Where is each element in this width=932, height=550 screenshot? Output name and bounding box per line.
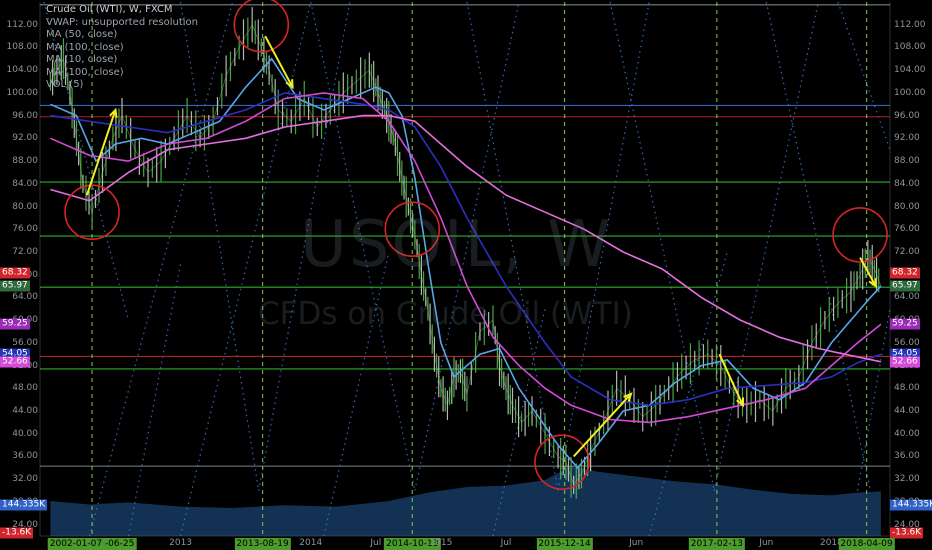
price-badge-right: 59.25 — [890, 318, 920, 330]
x-date-marker: 2018-04-09 — [838, 538, 895, 550]
legend-ma-100[interactable]: MA (100, close) — [46, 42, 198, 55]
y-tick-label: 108.00 — [6, 42, 39, 53]
y-tick-label: 92.00 — [894, 133, 920, 144]
price-badge-right: 68.32 — [890, 267, 920, 279]
diagonal-guide — [713, 1, 819, 491]
y-tick-label: 72.00 — [12, 246, 38, 257]
price-badge-left: 65.97 — [0, 280, 30, 292]
y-tick-label: 44.00 — [12, 406, 38, 417]
y-tick-label: 112.00 — [6, 19, 39, 30]
price-badge-right: 52.66 — [890, 356, 920, 368]
price-badge-left: 68.32 — [0, 267, 30, 279]
x-tick-label: 2014 — [299, 538, 323, 548]
y-tick-label: 80.00 — [12, 201, 38, 212]
x-date-marker: 2017-02-13 — [688, 538, 746, 550]
diagonal-guide — [127, 263, 182, 537]
legend-vwap[interactable]: VWAP: unsupported resolution — [46, 17, 198, 30]
y-tick-label: 64.00 — [12, 292, 38, 303]
y-tick-label: 104.00 — [6, 65, 39, 76]
x-date-marker: 2002-01-07 -06-25 — [47, 538, 137, 550]
y-tick-label: 76.00 — [894, 224, 920, 235]
volume-badge-left: -13.6K — [0, 527, 34, 539]
price-badge-left: 52.66 — [0, 356, 30, 368]
legend-ma-100-b[interactable]: MA (100, close) — [46, 67, 198, 80]
x-date-marker: 2015-12-14 — [536, 538, 593, 550]
y-tick-label: 80.00 — [894, 201, 920, 212]
x-tick-label: 2013 — [169, 538, 193, 548]
x-tick-label: Jun — [759, 538, 774, 548]
highlight-circle — [832, 207, 888, 263]
legend-volume[interactable]: VOL (5) — [46, 79, 198, 92]
price-badge-right: 65.97 — [890, 280, 920, 292]
diagonal-guide — [609, 1, 715, 491]
y-tick-label: 112.00 — [894, 19, 926, 30]
y-tick-label: 96.00 — [894, 110, 920, 121]
trend-arrow-line — [718, 353, 744, 406]
diagonal-guide — [179, 1, 312, 537]
y-tick-label: 88.00 — [12, 156, 38, 167]
legend-ma-10[interactable]: MA (10, close) — [46, 54, 198, 67]
volume-badge-left: 144.335K — [0, 499, 48, 511]
y-tick-label: 84.00 — [894, 178, 920, 189]
y-tick-label: 32.00 — [12, 474, 38, 485]
y-tick-label: 56.00 — [894, 337, 920, 348]
legend-symbol[interactable]: Crude Oil (WTI), W, FXCM — [46, 4, 198, 17]
diagonal-guide — [856, 308, 891, 491]
y-tick-label: 92.00 — [12, 133, 38, 144]
y-tick-label: 100.00 — [894, 87, 926, 98]
y-tick-label: 40.00 — [894, 428, 920, 439]
volume-area — [50, 466, 881, 536]
y-tick-label: 88.00 — [894, 156, 920, 167]
y-tick-label: 44.00 — [894, 406, 920, 417]
watermark-description: CFDs on Crude Oil (WTI) — [258, 296, 633, 332]
y-tick-label: 56.00 — [12, 337, 38, 348]
y-tick-label: 72.00 — [894, 246, 920, 257]
y-tick-label: 100.00 — [6, 87, 39, 98]
volume-badge-right: 144.335K — [890, 499, 932, 511]
x-date-marker: 2013-08-19 — [234, 538, 291, 550]
price-badge-left: 59.25 — [0, 318, 30, 330]
y-tick-label: 48.00 — [894, 383, 920, 394]
y-tick-label: 104.00 — [894, 65, 926, 76]
y-tick-label: 40.00 — [12, 428, 38, 439]
y-tick-label: 76.00 — [12, 224, 38, 235]
y-tick-label: 108.00 — [894, 42, 926, 53]
x-tick-label: Jul — [500, 538, 512, 548]
watermark-symbol: USOIL, W — [300, 208, 613, 282]
trend-arrow-line — [572, 393, 632, 458]
x-tick-label: 2015 — [429, 538, 453, 548]
legend-ma-50[interactable]: MA (50, close) — [46, 29, 198, 42]
diagonal-guide — [765, 1, 872, 491]
diagonal-guide — [837, 1, 891, 150]
y-tick-label: 36.00 — [12, 451, 38, 462]
x-tick-label: Jun — [629, 538, 644, 548]
y-tick-label: 64.00 — [894, 292, 920, 303]
x-tick-label: Jul — [370, 538, 382, 548]
y-tick-label: 84.00 — [12, 178, 38, 189]
volume-badge-right: -13.6K — [890, 527, 924, 539]
indicator-legend: Crude Oil (WTI), W, FXCM VWAP: unsupport… — [46, 4, 198, 92]
diagonal-guide — [323, 251, 390, 537]
y-tick-label: 48.00 — [12, 383, 38, 394]
y-tick-label: 36.00 — [894, 451, 920, 462]
y-tick-label: 96.00 — [12, 110, 38, 121]
y-tick-label: 32.00 — [894, 474, 920, 485]
